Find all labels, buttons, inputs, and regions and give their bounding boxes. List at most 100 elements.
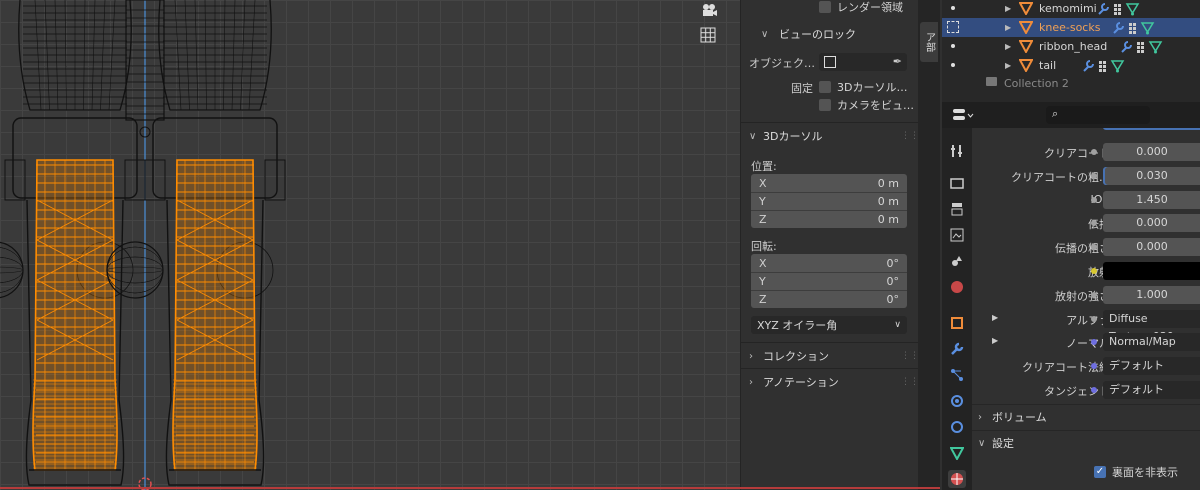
socket-icon[interactable] xyxy=(1091,197,1097,203)
socket-icon[interactable] xyxy=(1091,363,1097,369)
property-value-field[interactable]: 1.000 xyxy=(1103,286,1200,304)
socket-icon[interactable] xyxy=(1091,316,1097,322)
annotation-header[interactable]: › アノテーション ⋮⋮ xyxy=(741,370,919,394)
collection-2-label[interactable]: Collection 2 xyxy=(1004,77,1069,90)
socket-icon[interactable] xyxy=(1091,220,1097,226)
property-value-field[interactable]: 0.000 xyxy=(1103,238,1200,256)
property-link-field[interactable]: デフォルト xyxy=(1103,357,1200,375)
rotation-y-field[interactable]: Y 0° xyxy=(751,272,907,290)
particles-icon[interactable] xyxy=(948,366,966,384)
outliner-item[interactable]: ▶ ribbon_head xyxy=(942,37,1200,56)
visibility-dot-icon[interactable] xyxy=(951,63,955,67)
expand-arrow-icon[interactable]: ▶ xyxy=(992,313,998,322)
outliner-item[interactable]: ▶ tail xyxy=(942,56,1200,75)
expand-arrow-icon[interactable]: ▶ xyxy=(1005,4,1011,13)
socket-icon[interactable] xyxy=(1091,387,1097,393)
material-icon[interactable] xyxy=(948,470,966,488)
scene-icon[interactable] xyxy=(948,252,966,270)
socket-icon[interactable] xyxy=(1091,173,1097,179)
property-value-field[interactable]: 0.000 xyxy=(1103,214,1200,232)
object-select-icon[interactable] xyxy=(947,21,959,33)
chevron-down-icon: ∨ xyxy=(978,437,986,449)
render-icon[interactable] xyxy=(948,174,966,192)
chevron-down-icon: ∨ xyxy=(894,320,901,330)
expand-arrow-icon[interactable]: ▶ xyxy=(992,336,998,345)
emission-color-swatch[interactable] xyxy=(1103,262,1200,280)
socket-icon[interactable] xyxy=(1091,292,1097,298)
volume-section[interactable]: › ボリューム xyxy=(978,406,1200,428)
property-link-field[interactable]: デフォルト xyxy=(1103,381,1200,399)
property-label: 伝播の粗さ xyxy=(1055,242,1110,255)
modifier-wrench-icon xyxy=(1113,22,1155,35)
lock-to-cursor-option[interactable]: 3Dカーソル… xyxy=(819,79,907,95)
location-x-field[interactable]: X0 m xyxy=(751,174,907,192)
object-icon[interactable] xyxy=(948,314,966,332)
mesh-data-icon[interactable] xyxy=(948,444,966,462)
3d-cursor-header[interactable]: ∨ 3Dカーソル ⋮⋮ xyxy=(741,124,919,148)
property-value-field[interactable]: 0.000 xyxy=(1103,143,1200,161)
lock-cursor-checkbox[interactable] xyxy=(819,81,831,93)
socket-icon[interactable] xyxy=(1091,244,1097,250)
tab-item[interactable]: ア部 xyxy=(920,22,938,62)
view-layer-icon[interactable] xyxy=(948,226,966,244)
properties-editor: ⌕ クリアコート 0.000 クリアコートの粗… 0.030 IOR 1.450 伝播 0.0… xyxy=(942,102,1200,490)
visibility-dot-icon[interactable] xyxy=(951,44,955,48)
drag-handle-icon[interactable]: ⋮⋮ xyxy=(901,377,919,387)
outliner-item-icons xyxy=(1082,59,1134,76)
mesh-wireframe xyxy=(0,0,286,490)
outliner-item[interactable]: ▶ kemomimi xyxy=(942,0,1200,18)
visibility-dot-icon[interactable] xyxy=(951,6,955,10)
collection-header[interactable]: › コレクション ⋮⋮ xyxy=(741,344,919,368)
properties-tabs xyxy=(942,128,972,490)
lock-camera-label: カメラをビュ… xyxy=(837,99,914,112)
property-link-field[interactable]: Diffuse Texture.030 xyxy=(1103,310,1200,343)
property-value-field[interactable]: 1.450 xyxy=(1103,191,1200,209)
property-value-field[interactable]: 0.030 xyxy=(1103,167,1200,185)
chevron-down-icon: ∨ xyxy=(761,28,769,40)
rotation-x-field[interactable]: X 0° xyxy=(751,254,907,272)
socket-icon[interactable] xyxy=(1091,268,1097,274)
settings-section[interactable]: ∨ 設定 xyxy=(978,432,1200,454)
expand-arrow-icon[interactable]: ▶ xyxy=(1005,23,1011,32)
location-label: 位置: xyxy=(751,160,777,173)
chevron-right-icon: › xyxy=(749,376,753,388)
lock-object-field[interactable]: ✒ xyxy=(819,53,907,71)
backface-culling-checkbox[interactable]: ✓ xyxy=(1094,466,1106,478)
modifier-wrench-icon xyxy=(1098,3,1140,16)
property-label: クリアコート xyxy=(1044,147,1110,160)
rotation-mode-dropdown[interactable]: XYZ オイラー角 ∨ xyxy=(751,316,907,334)
output-icon[interactable] xyxy=(948,200,966,218)
render-region-option[interactable]: レンダー領域 xyxy=(819,0,903,14)
lock-camera-option[interactable]: カメラをビュ… xyxy=(819,97,914,113)
backface-culling-option[interactable]: ✓ 裏面を非表示 xyxy=(1094,464,1178,480)
search-input[interactable]: ⌕ xyxy=(1046,106,1150,124)
location-y-field[interactable]: Y0 m xyxy=(751,192,907,210)
physics-icon[interactable] xyxy=(948,392,966,410)
property-row: 放射の強さ 1.000 xyxy=(972,285,1200,305)
rotation-z-field[interactable]: Z 0° xyxy=(751,290,907,308)
constraints-icon[interactable] xyxy=(948,418,966,436)
world-icon[interactable] xyxy=(948,278,966,296)
eyedropper-icon[interactable]: ✒ xyxy=(893,55,902,68)
outliner: ▶ kemomimi ▶ knee-socks ▶ ribbon_head ▶ tail Co… xyxy=(942,0,1200,102)
outliner-item-icons xyxy=(1112,21,1164,38)
expand-arrow-icon[interactable]: ▶ xyxy=(1005,61,1011,70)
property-link-field[interactable]: Normal/Map xyxy=(1103,333,1200,351)
expand-arrow-icon[interactable]: ▶ xyxy=(1005,42,1011,51)
socket-icon[interactable] xyxy=(1091,339,1097,345)
view-lock-header[interactable]: ∨ ビューのロック xyxy=(753,22,921,46)
drag-handle-icon[interactable]: ⋮⋮ xyxy=(901,131,919,141)
grid-icon[interactable] xyxy=(700,27,722,49)
3d-viewport[interactable] xyxy=(0,0,740,490)
wrench-icon[interactable] xyxy=(948,340,966,358)
camera-icon[interactable] xyxy=(700,2,722,24)
drag-handle-icon[interactable]: ⋮⋮ xyxy=(901,351,919,361)
outliner-item-name: tail xyxy=(1039,59,1057,72)
render-region-checkbox[interactable] xyxy=(819,1,831,13)
socket-icon[interactable] xyxy=(1091,149,1097,155)
lock-camera-checkbox[interactable] xyxy=(819,99,831,111)
editor-type-icon[interactable] xyxy=(952,107,974,123)
location-z-field[interactable]: Z0 m xyxy=(751,210,907,228)
outliner-item[interactable]: ▶ knee-socks xyxy=(942,18,1200,37)
tool-icon[interactable] xyxy=(948,142,966,160)
